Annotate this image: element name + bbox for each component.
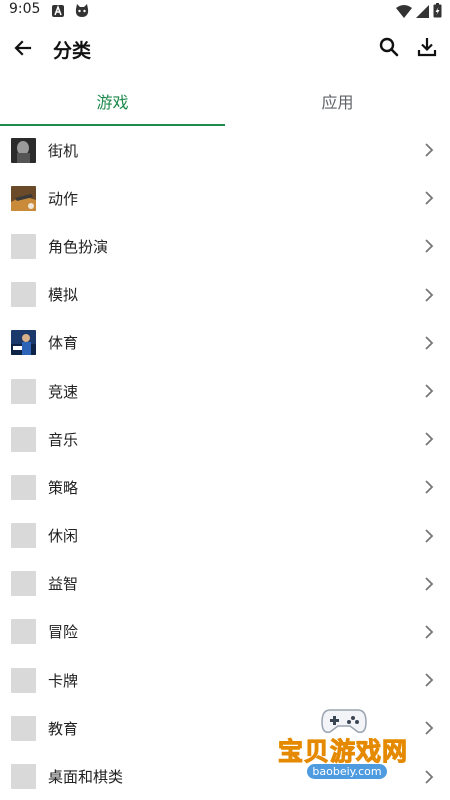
app-bar: 分类 (0, 22, 450, 76)
chevron-right-icon (422, 238, 436, 254)
status-notification-icons (51, 3, 90, 22)
category-item-casual[interactable]: 休闲 (0, 512, 450, 560)
back-button[interactable] (10, 37, 36, 63)
chevron-right-icon (422, 672, 436, 688)
placeholder-thumbnail (11, 426, 36, 452)
category-item-sports[interactable]: 体育 (0, 319, 450, 367)
category-label: 模拟 (48, 286, 79, 305)
chevron-right-icon (422, 720, 436, 736)
placeholder-thumbnail (11, 233, 36, 259)
placeholder-thumbnail (11, 764, 36, 790)
category-label: 益智 (48, 575, 79, 594)
search-button[interactable] (376, 36, 402, 62)
signal-icon (416, 3, 429, 22)
category-label: 休闲 (48, 527, 79, 546)
category-item-music[interactable]: 音乐 (0, 415, 450, 463)
chevron-right-icon (422, 335, 436, 351)
chevron-right-icon (422, 431, 436, 447)
placeholder-thumbnail (11, 474, 36, 500)
sports-thumbnail (11, 330, 36, 356)
category-item-board[interactable]: 桌面和棋类 (0, 752, 450, 800)
tab-apps[interactable]: 应用 (225, 76, 450, 126)
chevron-right-icon (422, 190, 436, 206)
chevron-right-icon (422, 528, 436, 544)
action-thumbnail (11, 185, 36, 211)
category-label: 街机 (48, 141, 79, 160)
category-item-arcade[interactable]: 街机 (0, 126, 450, 174)
category-item-strategy[interactable]: 策略 (0, 463, 450, 511)
page-title: 分类 (53, 40, 92, 62)
chevron-right-icon (422, 576, 436, 592)
category-label: 策略 (48, 478, 79, 497)
battery-icon (433, 3, 442, 22)
category-item-adventure[interactable]: 冒险 (0, 608, 450, 656)
tab-bar: 游戏 应用 (0, 76, 450, 126)
wifi-icon (396, 3, 412, 22)
category-item-education[interactable]: 教育 (0, 704, 450, 752)
chevron-right-icon (422, 624, 436, 640)
placeholder-thumbnail (11, 667, 36, 693)
chevron-right-icon (422, 383, 436, 399)
category-item-simulation[interactable]: 模拟 (0, 271, 450, 319)
category-item-puzzle[interactable]: 益智 (0, 560, 450, 608)
category-item-racing[interactable]: 竞速 (0, 367, 450, 415)
placeholder-thumbnail (11, 378, 36, 404)
category-item-rpg[interactable]: 角色扮演 (0, 222, 450, 270)
chevron-right-icon (422, 769, 436, 785)
chevron-right-icon (422, 479, 436, 495)
arcade-thumbnail (11, 137, 36, 163)
placeholder-thumbnail (11, 523, 36, 549)
tab-games[interactable]: 游戏 (0, 76, 225, 126)
category-label: 角色扮演 (48, 237, 109, 256)
chevron-right-icon (422, 287, 436, 303)
placeholder-thumbnail (11, 619, 36, 645)
download-icon (416, 36, 438, 62)
category-list: 街机 动作 角色扮演 模拟 体育 竞速 音乐 策略 休闲 益智 冒险 卡牌 教育… (0, 126, 450, 800)
download-button[interactable] (414, 36, 440, 62)
cat-notification-icon (74, 3, 90, 22)
category-item-action[interactable]: 动作 (0, 174, 450, 222)
category-label: 动作 (48, 189, 79, 208)
category-label: 冒险 (48, 623, 79, 642)
a-notification-icon (51, 3, 65, 22)
category-label: 桌面和棋类 (48, 768, 124, 787)
category-label: 教育 (48, 719, 79, 738)
category-label: 竞速 (48, 382, 79, 401)
screen: 9:05 分类 游戏 应用 街机 动作 角色扮演 模拟 体育 竞速 音乐 策略 … (0, 0, 450, 800)
chevron-right-icon (422, 142, 436, 158)
placeholder-thumbnail (11, 715, 36, 741)
status-time: 9:05 (9, 1, 41, 17)
status-bar: 9:05 (0, 0, 450, 22)
category-label: 体育 (48, 334, 79, 353)
placeholder-thumbnail (11, 571, 36, 597)
category-label: 音乐 (48, 430, 79, 449)
search-icon (378, 36, 400, 62)
category-item-card[interactable]: 卡牌 (0, 656, 450, 704)
status-system-icons (396, 3, 442, 22)
category-label: 卡牌 (48, 671, 79, 690)
placeholder-thumbnail (11, 282, 36, 308)
arrow-left-icon (13, 38, 33, 62)
